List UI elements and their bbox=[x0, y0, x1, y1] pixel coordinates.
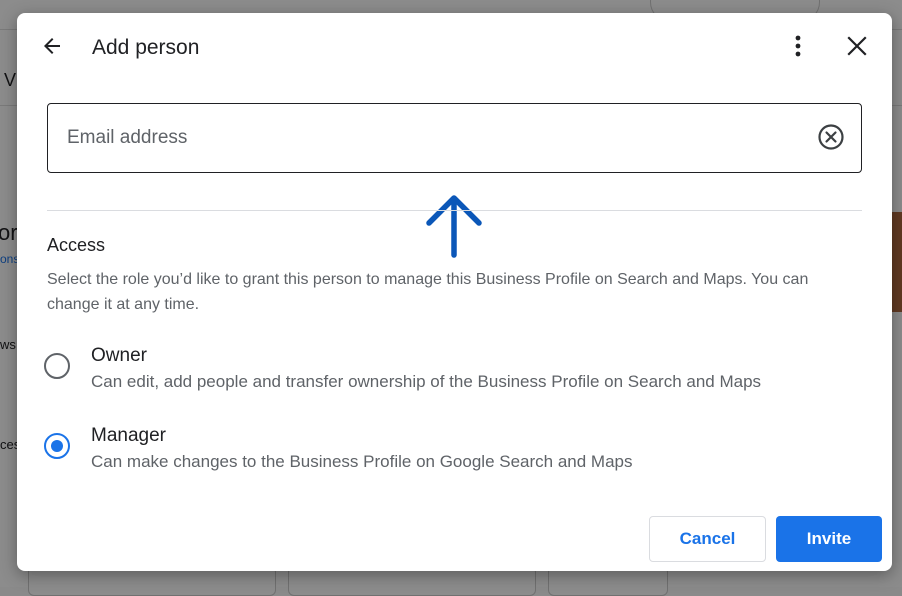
role-description: Can make changes to the Business Profile… bbox=[91, 452, 633, 471]
clear-email-button[interactable] bbox=[817, 123, 845, 156]
add-person-dialog: Add person Email address Access Select t… bbox=[17, 13, 892, 571]
back-button[interactable] bbox=[37, 33, 67, 63]
section-divider bbox=[47, 210, 862, 211]
role-name: Owner bbox=[91, 345, 147, 366]
arrow-back-icon bbox=[40, 34, 64, 63]
manager-radio[interactable] bbox=[44, 433, 70, 459]
cancel-button[interactable]: Cancel bbox=[649, 516, 766, 562]
background-photo bbox=[892, 212, 902, 312]
up-arrow-icon bbox=[423, 193, 485, 259]
background-text: V bbox=[4, 70, 17, 90]
background-text: ws bbox=[0, 337, 16, 352]
role-option-owner[interactable]: Owner Can edit, add people and transfer … bbox=[43, 341, 843, 401]
close-button[interactable] bbox=[842, 33, 872, 63]
more-vert-icon bbox=[795, 35, 801, 62]
more-options-button[interactable] bbox=[784, 33, 812, 63]
invite-button[interactable]: Invite bbox=[776, 516, 882, 562]
close-icon bbox=[847, 35, 867, 61]
dialog-title: Add person bbox=[92, 36, 200, 59]
owner-radio[interactable] bbox=[44, 353, 70, 379]
role-description: Can edit, add people and transfer owners… bbox=[91, 372, 762, 391]
role-option-manager[interactable]: Manager Can make changes to the Business… bbox=[43, 421, 843, 481]
access-description: Select the role you’d like to grant this… bbox=[47, 271, 809, 313]
email-input[interactable] bbox=[67, 104, 807, 172]
background-text: or bbox=[0, 220, 18, 245]
email-field[interactable] bbox=[47, 103, 862, 173]
access-heading: Access bbox=[47, 235, 106, 255]
role-name: Manager bbox=[91, 425, 166, 446]
clear-circle-icon bbox=[817, 123, 845, 156]
background-divider bbox=[0, 105, 17, 106]
